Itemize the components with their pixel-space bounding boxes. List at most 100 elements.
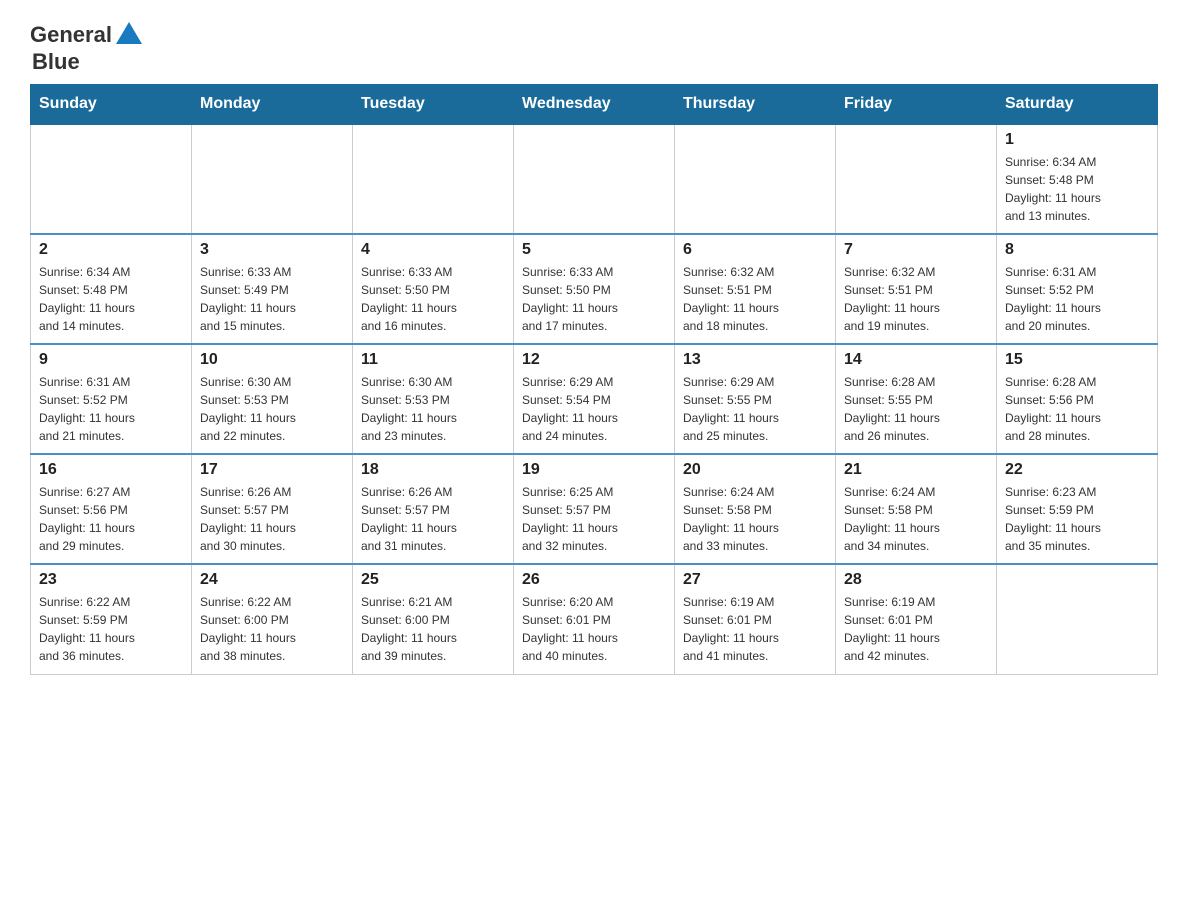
day-cell: 22 Sunrise: 6:23 AM Sunset: 5:59 PM Dayli…: [997, 454, 1158, 564]
day-info: Sunrise: 6:32 AM Sunset: 5:51 PM Dayligh…: [683, 263, 827, 335]
day-cell: 18 Sunrise: 6:26 AM Sunset: 5:57 PM Dayli…: [353, 454, 514, 564]
day-cell: [675, 124, 836, 234]
day-info: Sunrise: 6:23 AM Sunset: 5:59 PM Dayligh…: [1005, 483, 1149, 555]
day-info: Sunrise: 6:24 AM Sunset: 5:58 PM Dayligh…: [683, 483, 827, 555]
day-number: 6: [683, 241, 827, 259]
day-cell: 27 Sunrise: 6:19 AM Sunset: 6:01 PM Dayli…: [675, 564, 836, 674]
day-cell: 12 Sunrise: 6:29 AM Sunset: 5:54 PM Dayli…: [514, 344, 675, 454]
day-cell: [514, 124, 675, 234]
day-info: Sunrise: 6:21 AM Sunset: 6:00 PM Dayligh…: [361, 593, 505, 665]
day-info: Sunrise: 6:33 AM Sunset: 5:49 PM Dayligh…: [200, 263, 344, 335]
day-cell: 1 Sunrise: 6:34 AM Sunset: 5:48 PM Daylig…: [997, 124, 1158, 234]
day-info: Sunrise: 6:26 AM Sunset: 5:57 PM Dayligh…: [361, 483, 505, 555]
day-info: Sunrise: 6:22 AM Sunset: 5:59 PM Dayligh…: [39, 593, 183, 665]
calendar-table: Sunday Monday Tuesday Wednesday Thursday…: [30, 84, 1158, 675]
day-info: Sunrise: 6:29 AM Sunset: 5:55 PM Dayligh…: [683, 373, 827, 445]
day-cell: [997, 564, 1158, 674]
day-cell: 25 Sunrise: 6:21 AM Sunset: 6:00 PM Dayli…: [353, 564, 514, 674]
header-monday: Monday: [192, 85, 353, 125]
day-info: Sunrise: 6:24 AM Sunset: 5:58 PM Dayligh…: [844, 483, 988, 555]
day-info: Sunrise: 6:32 AM Sunset: 5:51 PM Dayligh…: [844, 263, 988, 335]
day-cell: 17 Sunrise: 6:26 AM Sunset: 5:57 PM Dayli…: [192, 454, 353, 564]
day-info: Sunrise: 6:22 AM Sunset: 6:00 PM Dayligh…: [200, 593, 344, 665]
week-row-1: 1 Sunrise: 6:34 AM Sunset: 5:48 PM Daylig…: [31, 124, 1158, 234]
logo-icon: [114, 20, 144, 50]
day-number: 12: [522, 351, 666, 369]
day-number: 24: [200, 571, 344, 589]
day-number: 7: [844, 241, 988, 259]
day-info: Sunrise: 6:26 AM Sunset: 5:57 PM Dayligh…: [200, 483, 344, 555]
day-info: Sunrise: 6:25 AM Sunset: 5:57 PM Dayligh…: [522, 483, 666, 555]
day-header-row: Sunday Monday Tuesday Wednesday Thursday…: [31, 85, 1158, 125]
day-number: 2: [39, 241, 183, 259]
header-tuesday: Tuesday: [353, 85, 514, 125]
logo-general-text: General: [30, 23, 112, 47]
day-info: Sunrise: 6:34 AM Sunset: 5:48 PM Dayligh…: [39, 263, 183, 335]
day-cell: 9 Sunrise: 6:31 AM Sunset: 5:52 PM Daylig…: [31, 344, 192, 454]
week-row-3: 9 Sunrise: 6:31 AM Sunset: 5:52 PM Daylig…: [31, 344, 1158, 454]
day-number: 5: [522, 241, 666, 259]
day-number: 27: [683, 571, 827, 589]
day-cell: [31, 124, 192, 234]
day-cell: 15 Sunrise: 6:28 AM Sunset: 5:56 PM Dayli…: [997, 344, 1158, 454]
day-number: 18: [361, 461, 505, 479]
day-number: 15: [1005, 351, 1149, 369]
page: General Blue Sunday Monday Tuesday Wedne…: [0, 0, 1188, 695]
day-number: 14: [844, 351, 988, 369]
header: General Blue: [30, 20, 1158, 74]
day-number: 23: [39, 571, 183, 589]
header-wednesday: Wednesday: [514, 85, 675, 125]
day-cell: 3 Sunrise: 6:33 AM Sunset: 5:49 PM Daylig…: [192, 234, 353, 344]
day-cell: 26 Sunrise: 6:20 AM Sunset: 6:01 PM Dayli…: [514, 564, 675, 674]
day-info: Sunrise: 6:19 AM Sunset: 6:01 PM Dayligh…: [683, 593, 827, 665]
day-number: 21: [844, 461, 988, 479]
header-sunday: Sunday: [31, 85, 192, 125]
day-number: 22: [1005, 461, 1149, 479]
header-friday: Friday: [836, 85, 997, 125]
day-info: Sunrise: 6:29 AM Sunset: 5:54 PM Dayligh…: [522, 373, 666, 445]
day-info: Sunrise: 6:28 AM Sunset: 5:56 PM Dayligh…: [1005, 373, 1149, 445]
day-info: Sunrise: 6:30 AM Sunset: 5:53 PM Dayligh…: [200, 373, 344, 445]
day-number: 9: [39, 351, 183, 369]
day-info: Sunrise: 6:34 AM Sunset: 5:48 PM Dayligh…: [1005, 153, 1149, 225]
day-cell: 16 Sunrise: 6:27 AM Sunset: 5:56 PM Dayli…: [31, 454, 192, 564]
day-number: 4: [361, 241, 505, 259]
day-cell: 21 Sunrise: 6:24 AM Sunset: 5:58 PM Dayli…: [836, 454, 997, 564]
day-cell: 2 Sunrise: 6:34 AM Sunset: 5:48 PM Daylig…: [31, 234, 192, 344]
day-number: 3: [200, 241, 344, 259]
day-number: 13: [683, 351, 827, 369]
day-cell: [192, 124, 353, 234]
day-info: Sunrise: 6:30 AM Sunset: 5:53 PM Dayligh…: [361, 373, 505, 445]
day-info: Sunrise: 6:31 AM Sunset: 5:52 PM Dayligh…: [1005, 263, 1149, 335]
day-number: 10: [200, 351, 344, 369]
day-cell: 7 Sunrise: 6:32 AM Sunset: 5:51 PM Daylig…: [836, 234, 997, 344]
day-number: 25: [361, 571, 505, 589]
day-cell: 23 Sunrise: 6:22 AM Sunset: 5:59 PM Dayli…: [31, 564, 192, 674]
week-row-5: 23 Sunrise: 6:22 AM Sunset: 5:59 PM Dayli…: [31, 564, 1158, 674]
day-number: 19: [522, 461, 666, 479]
day-info: Sunrise: 6:31 AM Sunset: 5:52 PM Dayligh…: [39, 373, 183, 445]
header-saturday: Saturday: [997, 85, 1158, 125]
day-number: 20: [683, 461, 827, 479]
day-number: 16: [39, 461, 183, 479]
day-cell: 8Sunrise: 6:31 AM Sunset: 5:52 PM Daylig…: [997, 234, 1158, 344]
logo-blue-text: Blue: [32, 49, 80, 74]
day-cell: 14Sunrise: 6:28 AM Sunset: 5:55 PM Dayli…: [836, 344, 997, 454]
day-number: 1: [1005, 131, 1149, 149]
day-number: 17: [200, 461, 344, 479]
day-cell: 19 Sunrise: 6:25 AM Sunset: 5:57 PM Dayli…: [514, 454, 675, 564]
day-cell: 13 Sunrise: 6:29 AM Sunset: 5:55 PM Dayli…: [675, 344, 836, 454]
day-number: 26: [522, 571, 666, 589]
day-cell: 11 Sunrise: 6:30 AM Sunset: 5:53 PM Dayli…: [353, 344, 514, 454]
logo: General Blue: [30, 20, 144, 74]
day-cell: 5 Sunrise: 6:33 AM Sunset: 5:50 PM Daylig…: [514, 234, 675, 344]
day-info: Sunrise: 6:20 AM Sunset: 6:01 PM Dayligh…: [522, 593, 666, 665]
day-cell: [836, 124, 997, 234]
week-row-4: 16 Sunrise: 6:27 AM Sunset: 5:56 PM Dayli…: [31, 454, 1158, 564]
day-info: Sunrise: 6:27 AM Sunset: 5:56 PM Dayligh…: [39, 483, 183, 555]
day-info: Sunrise: 6:33 AM Sunset: 5:50 PM Dayligh…: [522, 263, 666, 335]
day-cell: 6 Sunrise: 6:32 AM Sunset: 5:51 PM Daylig…: [675, 234, 836, 344]
day-info: Sunrise: 6:19 AM Sunset: 6:01 PM Dayligh…: [844, 593, 988, 665]
week-row-2: 2 Sunrise: 6:34 AM Sunset: 5:48 PM Daylig…: [31, 234, 1158, 344]
day-number: 11: [361, 351, 505, 369]
